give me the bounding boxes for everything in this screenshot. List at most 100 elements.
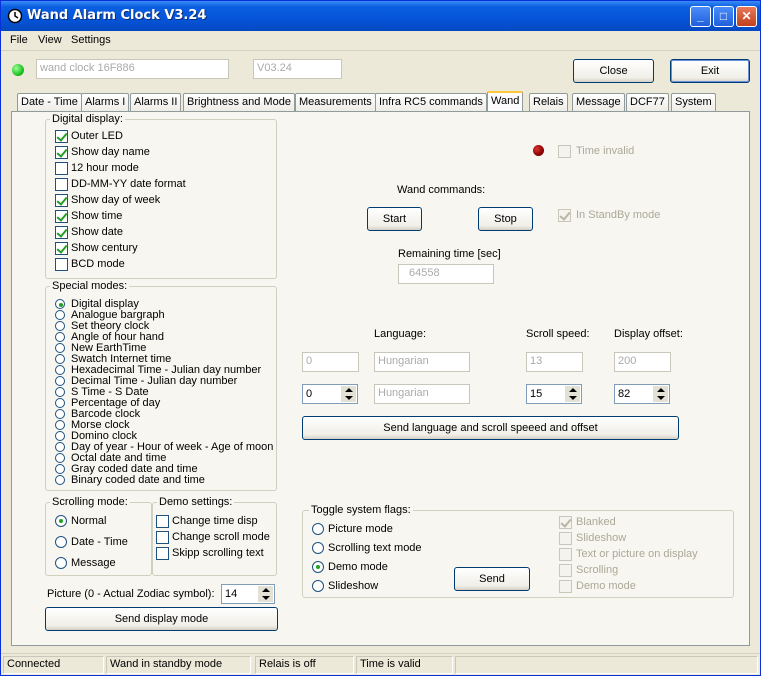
scroll-mode-label: Normal bbox=[71, 515, 107, 527]
display-offset-spinner[interactable]: 82 bbox=[614, 384, 670, 404]
close-window-button[interactable]: ✕ bbox=[736, 6, 757, 27]
spin-arrows-icon[interactable] bbox=[341, 386, 356, 402]
special-mode-radio-morse-clock[interactable] bbox=[55, 420, 65, 430]
outer-led-checkbox[interactable] bbox=[55, 130, 68, 143]
time-invalid-checkbox[interactable] bbox=[558, 145, 571, 158]
12-hour-mode-checkbox[interactable] bbox=[55, 162, 68, 175]
show-day-of-week-label: Show day of week bbox=[71, 194, 161, 206]
title-bar[interactable]: Wand Alarm Clock V3.24 _ □ ✕ bbox=[1, 1, 760, 31]
current-language[interactable]: Hungarian bbox=[374, 352, 470, 372]
stop-button[interactable]: Stop bbox=[478, 207, 533, 231]
special-mode-radio-swatch-internet-time[interactable] bbox=[55, 354, 65, 364]
tab-date-time[interactable]: Date - Time bbox=[17, 93, 82, 112]
show-century-checkbox[interactable] bbox=[55, 242, 68, 255]
flag-scrolling-checkbox[interactable] bbox=[559, 564, 572, 577]
flag-demo-mode-checkbox[interactable] bbox=[559, 580, 572, 593]
spin-arrows-icon[interactable] bbox=[565, 386, 580, 402]
change-scroll-mode-label: Change scroll mode bbox=[172, 531, 270, 543]
status-wand: Wand in standby mode bbox=[106, 656, 251, 674]
display-offset-label: Display offset: bbox=[614, 328, 683, 340]
menu-view[interactable]: View bbox=[38, 34, 62, 46]
special-mode-radio-new-earthtime[interactable] bbox=[55, 343, 65, 353]
special-mode-radio-day-of-year-hour-of-week-age-of-moon[interactable] bbox=[55, 442, 65, 452]
flag-radio-label: Demo mode bbox=[328, 561, 388, 573]
special-mode-radio-decimal-time-julian-day-number[interactable] bbox=[55, 376, 65, 386]
current-display-offset[interactable]: 200 bbox=[614, 352, 671, 372]
scrolling-mode-label: Scrolling mode: bbox=[50, 496, 130, 508]
tab-system[interactable]: System bbox=[671, 93, 716, 112]
send-language-button[interactable]: Send language and scroll speeed and offs… bbox=[302, 416, 679, 440]
special-mode-radio-domino-clock[interactable] bbox=[55, 431, 65, 441]
tab-wand[interactable]: Wand bbox=[487, 91, 524, 113]
show-date-checkbox[interactable] bbox=[55, 226, 68, 239]
scroll-mode-radio-message[interactable] bbox=[55, 557, 67, 569]
special-mode-radio-digital-display[interactable] bbox=[55, 299, 65, 309]
language-label: Language: bbox=[374, 328, 426, 340]
special-mode-radio-barcode-clock[interactable] bbox=[55, 409, 65, 419]
tab-dcf77[interactable]: DCF77 bbox=[626, 93, 669, 112]
flag-radio-label: Scrolling text mode bbox=[328, 542, 422, 554]
start-button[interactable]: Start bbox=[367, 207, 422, 231]
tab-message[interactable]: Message bbox=[572, 93, 625, 112]
flag-radio-picture-mode[interactable] bbox=[312, 523, 324, 535]
tab-alarms-1[interactable]: Alarms I bbox=[81, 93, 130, 112]
scroll-mode-label: Message bbox=[71, 557, 116, 569]
tab-brightness[interactable]: Brightness and Mode bbox=[183, 93, 295, 112]
tab-infra-rc5[interactable]: Infra RC5 commands bbox=[375, 93, 487, 112]
spin-arrows-icon[interactable] bbox=[653, 386, 668, 402]
change-scroll-mode-checkbox[interactable] bbox=[156, 531, 169, 544]
language-name-field[interactable]: Hungarian bbox=[374, 384, 470, 404]
scroll-speed-label: Scroll speed: bbox=[526, 328, 590, 340]
scrolling-mode-group: Scrolling mode: Normal Date - Time Message bbox=[45, 496, 152, 576]
tab-relais[interactable]: Relais bbox=[529, 93, 568, 112]
flag-slideshow-checkbox[interactable] bbox=[559, 532, 572, 545]
special-mode-radio-gray-coded-date-and-time[interactable] bbox=[55, 464, 65, 474]
maximize-button[interactable]: □ bbox=[713, 6, 734, 27]
special-mode-radio-analogue-bargraph[interactable] bbox=[55, 310, 65, 320]
menu-settings[interactable]: Settings bbox=[71, 34, 111, 46]
show-day-name-checkbox[interactable] bbox=[55, 146, 68, 159]
special-mode-radio-angle-of-hour-hand[interactable] bbox=[55, 332, 65, 342]
special-mode-radio-percentage-of-day[interactable] bbox=[55, 398, 65, 408]
scroll-mode-radio-normal[interactable] bbox=[55, 515, 67, 527]
spin-arrows-icon[interactable] bbox=[258, 586, 273, 602]
exit-button[interactable]: Exit bbox=[670, 59, 750, 83]
dd-mm-yy-date-format-checkbox[interactable] bbox=[55, 178, 68, 191]
bcd-mode-checkbox[interactable] bbox=[55, 258, 68, 271]
outer-led-label: Outer LED bbox=[71, 130, 123, 142]
current-language-number[interactable]: 0 bbox=[302, 352, 359, 372]
flag-radio-scrolling-text-mode[interactable] bbox=[312, 542, 324, 554]
show-time-checkbox[interactable] bbox=[55, 210, 68, 223]
status-bar: Connected Wand in standby mode Relais is… bbox=[1, 653, 760, 675]
special-mode-radio-binary-coded-date-and-time[interactable] bbox=[55, 475, 65, 485]
skipp-scrolling-text-checkbox[interactable] bbox=[156, 547, 169, 560]
close-button[interactable]: Close bbox=[573, 59, 654, 83]
scroll-speed-spinner[interactable]: 15 bbox=[526, 384, 582, 404]
send-flags-button[interactable]: Send bbox=[454, 567, 530, 591]
menu-file[interactable]: File bbox=[10, 34, 28, 46]
special-mode-radio-set-theory-clock[interactable] bbox=[55, 321, 65, 331]
special-mode-radio-octal-date-and-time[interactable] bbox=[55, 453, 65, 463]
special-mode-radio-s-time-s-date[interactable] bbox=[55, 387, 65, 397]
flag-radio-demo-mode[interactable] bbox=[312, 561, 324, 573]
flag-blanked-checkbox[interactable] bbox=[559, 516, 572, 529]
show-day-of-week-checkbox[interactable] bbox=[55, 194, 68, 207]
flag-blanked-label: Blanked bbox=[576, 516, 616, 528]
flag-radio-slideshow[interactable] bbox=[312, 580, 324, 592]
standby-checkbox[interactable] bbox=[558, 209, 571, 222]
send-display-mode-button[interactable]: Send display mode bbox=[45, 607, 278, 631]
remaining-time-field[interactable]: 64558 bbox=[398, 264, 494, 284]
special-mode-radio-hexadecimal-time-julian-day-number[interactable] bbox=[55, 365, 65, 375]
change-time-disp-checkbox[interactable] bbox=[156, 515, 169, 528]
scroll-mode-radio-date-time[interactable] bbox=[55, 536, 67, 548]
language-number-spinner[interactable]: 0 bbox=[302, 384, 358, 404]
device-name-field[interactable]: wand clock 16F886 bbox=[36, 59, 229, 79]
tab-alarms-2[interactable]: Alarms II bbox=[130, 93, 182, 112]
current-scroll-speed[interactable]: 13 bbox=[526, 352, 583, 372]
tab-measurements[interactable]: Measurements bbox=[295, 93, 376, 112]
minimize-button[interactable]: _ bbox=[690, 6, 711, 27]
flag-radio-label: Picture mode bbox=[328, 523, 393, 535]
flag-text-or-picture-on-display-checkbox[interactable] bbox=[559, 548, 572, 561]
version-field[interactable]: V03.24 bbox=[253, 59, 342, 79]
picture-spinner[interactable]: 14 bbox=[221, 584, 275, 604]
